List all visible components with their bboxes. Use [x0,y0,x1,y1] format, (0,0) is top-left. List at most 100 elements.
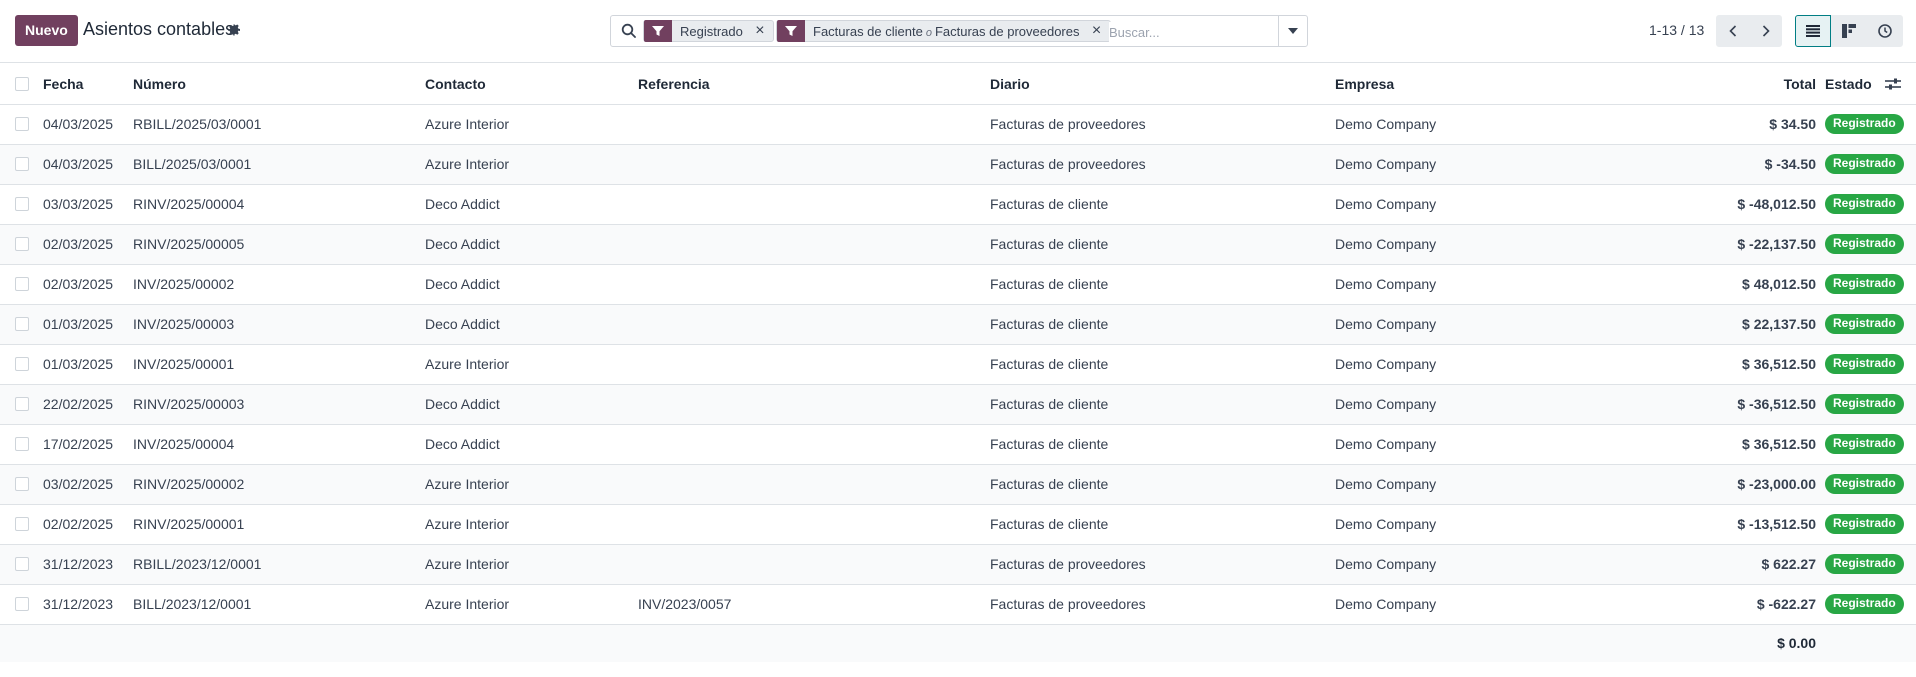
table-row[interactable]: 04/03/2025 RBILL/2025/03/0001 Azure Interi… [0,104,1916,145]
close-icon[interactable]: × [751,22,769,40]
cell-date: 04/03/2025 [43,144,133,185]
search-bar: Registrado × Facturas de cliente o Factura… [610,15,1308,47]
list-view-button[interactable] [1795,15,1831,47]
facet-value: Facturas de cliente o Facturas de proveedo… [813,23,1080,39]
cell-state: Registrado [1825,104,1916,145]
column-header-ref[interactable]: Referencia [638,64,990,105]
cell-date: 04/03/2025 [43,104,133,145]
table-row[interactable]: 22/02/2025 RINV/2025/00003 Deco Addict Fact… [0,384,1916,425]
row-checkbox[interactable] [15,317,29,331]
cell-total: $ 36,512.50 [1665,424,1825,465]
cell-total: $ 622.27 [1665,544,1825,585]
status-badge: Registrado [1825,354,1904,374]
footer-total: $ 0.00 [1665,624,1825,662]
table-row[interactable]: 02/03/2025 RINV/2025/00005 Deco Addict Fact… [0,224,1916,265]
row-checkbox-cell[interactable] [0,344,43,385]
cell-ref [638,144,990,185]
cell-total: $ -622.27 [1665,584,1825,625]
caret-down-icon [1288,28,1298,34]
row-checkbox-cell[interactable] [0,264,43,305]
activity-view-button[interactable] [1867,15,1903,47]
select-all-checkbox-cell[interactable] [0,64,43,105]
cell-journal: Facturas de cliente [990,504,1335,545]
table-row[interactable]: 04/03/2025 BILL/2025/03/0001 Azure Interio… [0,144,1916,185]
row-checkbox[interactable] [15,197,29,211]
row-checkbox[interactable] [15,437,29,451]
cell-date: 01/03/2025 [43,344,133,385]
cell-partner: Azure Interior [425,504,638,545]
row-checkbox-cell[interactable] [0,224,43,265]
row-checkbox-cell[interactable] [0,104,43,145]
cell-total: $ 34.50 [1665,104,1825,145]
row-checkbox[interactable] [15,157,29,171]
pager-previous-button[interactable] [1716,15,1749,47]
row-checkbox-cell[interactable] [0,184,43,225]
cell-journal: Facturas de cliente [990,464,1335,505]
row-checkbox[interactable] [15,237,29,251]
cell-state: Registrado [1825,224,1916,265]
cell-number: RINV/2025/00005 [133,224,425,265]
cell-total: $ -36,512.50 [1665,384,1825,425]
row-checkbox[interactable] [15,557,29,571]
row-checkbox[interactable] [15,397,29,411]
row-checkbox-cell[interactable] [0,504,43,545]
select-all-checkbox[interactable] [15,76,29,91]
table-row[interactable]: 02/02/2025 RINV/2025/00001 Azure Interior F… [0,504,1916,545]
table-row[interactable]: 03/02/2025 RINV/2025/00002 Azure Interior F… [0,464,1916,505]
row-checkbox[interactable] [15,517,29,531]
cell-number: BILL/2023/12/0001 [133,584,425,625]
chevron-left-icon [1728,25,1736,37]
table-row[interactable]: 17/02/2025 INV/2025/00004 Deco Addict Factu… [0,424,1916,465]
column-header-state[interactable]: Estado [1825,64,1916,105]
table-row[interactable]: 31/12/2023 RBILL/2023/12/0001 Azure Interi… [0,544,1916,585]
cell-journal: Facturas de cliente [990,304,1335,345]
row-checkbox-cell[interactable] [0,464,43,505]
cell-ref [638,264,990,305]
cell-partner: Azure Interior [425,104,638,145]
table-row[interactable]: 03/03/2025 RINV/2025/00004 Deco Addict Fact… [0,184,1916,225]
column-header-company[interactable]: Empresa [1335,64,1665,105]
cell-partner: Deco Addict [425,304,638,345]
column-header-partner[interactable]: Contacto [425,64,638,105]
row-checkbox-cell[interactable] [0,544,43,585]
column-header-total[interactable]: Total [1665,64,1825,105]
row-checkbox[interactable] [15,277,29,291]
row-checkbox[interactable] [15,117,29,131]
row-checkbox-cell[interactable] [0,144,43,185]
column-header-date[interactable]: Fecha [43,64,133,105]
cell-total: $ -48,012.50 [1665,184,1825,225]
close-icon[interactable]: × [1088,22,1106,40]
row-checkbox-cell[interactable] [0,304,43,345]
kanban-view-button[interactable] [1831,15,1867,47]
column-header-journal[interactable]: Diario [990,64,1335,105]
table-row[interactable]: 01/03/2025 INV/2025/00001 Azure Interior Fa… [0,344,1916,385]
search-options-toggle[interactable] [1278,16,1307,46]
cell-number: RBILL/2025/03/0001 [133,104,425,145]
row-checkbox[interactable] [15,357,29,371]
cell-date: 02/03/2025 [43,264,133,305]
row-checkbox-cell[interactable] [0,384,43,425]
table-row[interactable]: 31/12/2023 BILL/2023/12/0001 Azure Interio… [0,584,1916,625]
cell-number: INV/2025/00004 [133,424,425,465]
status-badge: Registrado [1825,554,1904,574]
row-checkbox-cell[interactable] [0,424,43,465]
control-panel: Nuevo Asientos contables Registrado × Fa… [0,0,1916,63]
cell-number: RBILL/2023/12/0001 [133,544,425,585]
gear-icon[interactable] [226,22,242,38]
cell-journal: Facturas de cliente [990,424,1335,465]
new-button[interactable]: Nuevo [15,15,78,46]
optional-columns-icon[interactable] [1885,77,1901,94]
search-icon[interactable] [621,23,637,39]
search-input[interactable] [1109,22,1279,42]
table-row[interactable]: 02/03/2025 INV/2025/00002 Deco Addict Factu… [0,264,1916,305]
column-header-number[interactable]: Número [133,64,425,105]
row-checkbox-cell[interactable] [0,584,43,625]
row-checkbox[interactable] [15,477,29,491]
search-facet-state: Registrado × [643,20,774,42]
pager-value[interactable]: 1-13 / 13 [1649,22,1704,38]
status-badge: Registrado [1825,394,1904,414]
table-row[interactable]: 01/03/2025 INV/2025/00003 Deco Addict Factu… [0,304,1916,345]
cell-state: Registrado [1825,344,1916,385]
pager-next-button[interactable] [1749,15,1782,47]
row-checkbox[interactable] [15,597,29,611]
